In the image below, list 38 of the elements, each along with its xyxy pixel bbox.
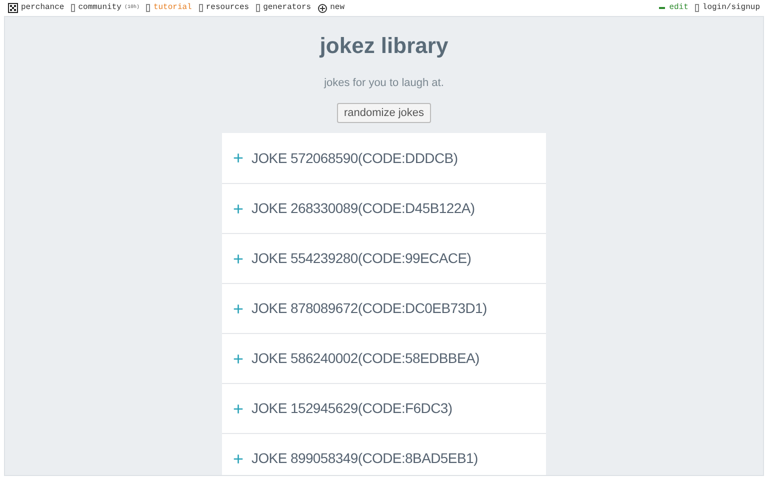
joke-row[interactable]: + JOKE 878089672(CODE:DC0EB73D1) xyxy=(222,283,546,333)
box-icon xyxy=(71,4,76,12)
joke-title: JOKE 899058349(CODE:8BAD5EB1) xyxy=(252,449,478,468)
nav-link[interactable]: community xyxy=(78,2,122,14)
expand-icon: + xyxy=(233,400,244,418)
joke-title: JOKE 152945629(CODE:F6DC3) xyxy=(252,399,452,418)
nav-link[interactable]: login/signup xyxy=(702,2,760,14)
expand-icon: + xyxy=(233,149,244,167)
nav-link[interactable]: edit xyxy=(669,2,688,14)
expand-icon: + xyxy=(233,200,244,218)
nav-link[interactable]: generators xyxy=(263,2,312,14)
joke-title: JOKE 586240002(CODE:58EDBBEA) xyxy=(252,349,480,368)
page-title: jokez library xyxy=(320,32,448,60)
box-icon xyxy=(695,4,700,12)
joke-title: JOKE 268330089(CODE:D45B122A) xyxy=(252,199,475,218)
joke-title: JOKE 572068590(CODE:DDDCB) xyxy=(252,148,458,168)
expand-icon: + xyxy=(233,350,244,368)
box-icon xyxy=(146,4,150,12)
joke-row[interactable]: + JOKE 554239280(CODE:99ECACE) xyxy=(222,233,546,283)
subtitle: jokes for you to laugh at. xyxy=(324,76,444,91)
joke-title: JOKE 554239280(CODE:99ECACE) xyxy=(252,249,472,268)
joke-row[interactable]: + JOKE 586240002(CODE:58EDBBEA) xyxy=(222,333,546,383)
nav-link[interactable]: new xyxy=(330,2,344,14)
joke-title: JOKE 878089672(CODE:DC0EB73D1) xyxy=(252,299,487,318)
randomize-button[interactable]: randomize jokes xyxy=(336,102,432,123)
nav-link[interactable]: resources xyxy=(206,2,250,14)
box-icon xyxy=(256,4,260,12)
box-icon xyxy=(198,4,203,12)
joke-row[interactable]: + JOKE 268330089(CODE:D45B122A) xyxy=(222,183,546,233)
expand-icon: + xyxy=(233,250,244,268)
add-icon xyxy=(318,4,328,12)
joke-row[interactable]: + JOKE 152945629(CODE:F6DC3) xyxy=(222,383,546,433)
dice-icon xyxy=(8,3,18,13)
expand-icon: + xyxy=(233,300,244,318)
joke-row[interactable]: + JOKE 572068590(CODE:DDDCB) xyxy=(222,133,546,183)
joke-row[interactable]: + JOKE 899058349(CODE:8BAD5EB1) xyxy=(222,433,546,475)
expand-icon: + xyxy=(233,450,244,468)
nav-link[interactable]: perchance xyxy=(21,2,64,14)
